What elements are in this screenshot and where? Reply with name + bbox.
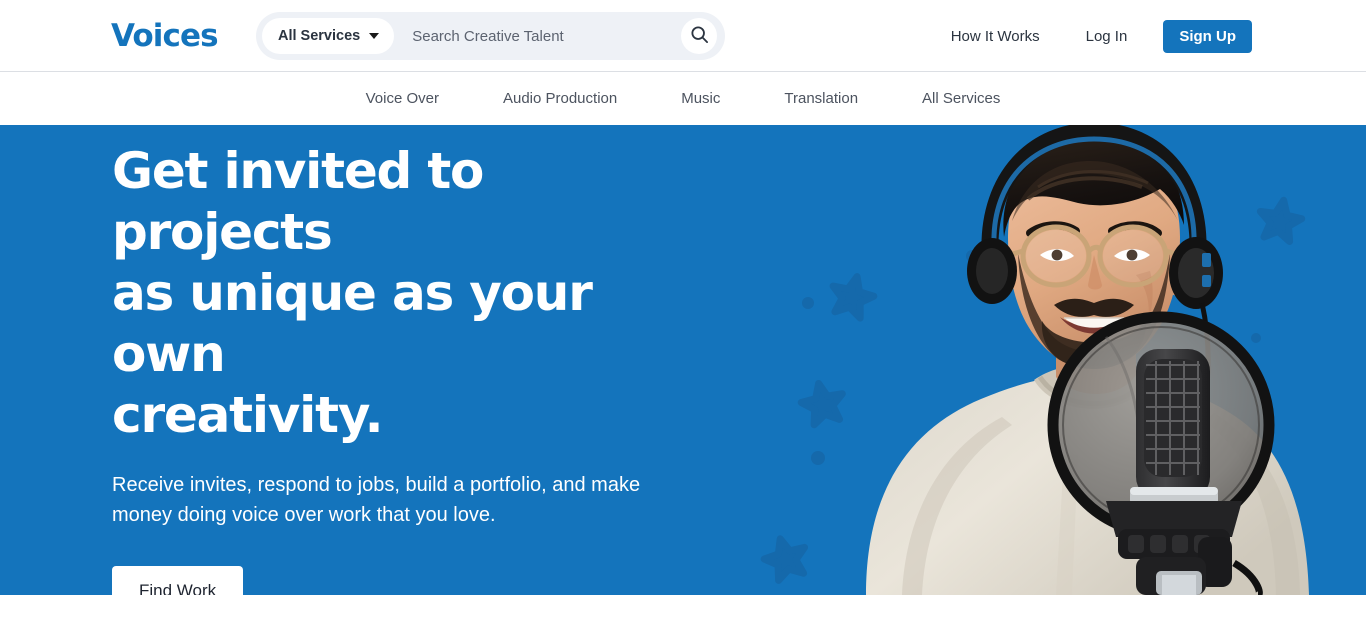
man-with-headphones-illustration <box>866 125 1309 595</box>
hero-section: Get invited to projects as unique as you… <box>0 125 1366 595</box>
search-button[interactable] <box>681 18 717 54</box>
nav-item-translation[interactable]: Translation <box>752 90 890 107</box>
search-input[interactable] <box>394 18 681 54</box>
nav-item-audio-production[interactable]: Audio Production <box>471 90 649 107</box>
site-header: Voices All Services How It Works Log In … <box>0 0 1366 72</box>
search-icon <box>690 25 709 47</box>
voices-logo[interactable]: Voices <box>111 18 219 54</box>
hero-heading-line-1: Get invited to projects <box>112 142 484 261</box>
hero-photo <box>806 125 1366 595</box>
chevron-down-icon <box>369 33 380 39</box>
header-actions: How It Works Log In Sign Up <box>928 0 1252 72</box>
hero-copy: Get invited to projects as unique as you… <box>112 141 702 595</box>
how-it-works-link[interactable]: How It Works <box>928 28 1063 45</box>
hero-heading: Get invited to projects as unique as you… <box>112 141 702 446</box>
search-bar: All Services <box>256 12 725 60</box>
find-work-button[interactable]: Find Work <box>112 566 244 595</box>
hero-subtitle: Receive invites, respond to jobs, build … <box>112 474 641 526</box>
page-body-below-hero <box>0 595 1366 625</box>
category-navigation: Voice Over Audio Production Music Transl… <box>0 72 1366 125</box>
nav-item-all-services[interactable]: All Services <box>890 90 1032 107</box>
nav-item-voice-over[interactable]: Voice Over <box>334 90 471 107</box>
nav-item-music[interactable]: Music <box>649 90 752 107</box>
service-category-dropdown[interactable]: All Services <box>262 18 395 54</box>
sign-up-button[interactable]: Sign Up <box>1163 19 1252 53</box>
hero-heading-line-2: as unique as your own <box>112 264 593 383</box>
log-in-link[interactable]: Log In <box>1063 28 1151 45</box>
hero-heading-line-3: creativity. <box>112 386 384 444</box>
service-category-label: All Services <box>278 28 361 44</box>
